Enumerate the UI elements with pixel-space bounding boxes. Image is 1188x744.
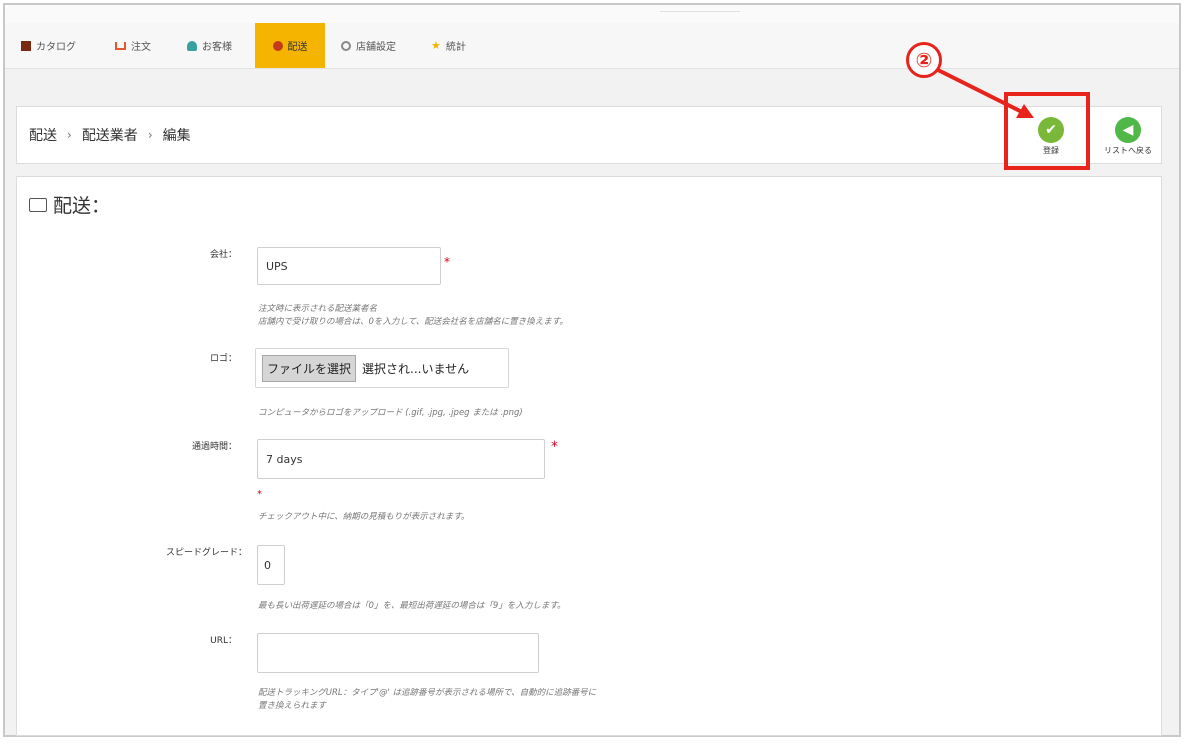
url-input[interactable] [257,633,539,673]
company-help-line: 店舗内で受け取りの場合は、0を入力して、配送会社名を店舗名に置き換えます。 [258,317,568,327]
nav-item-label: 配送 [287,42,308,53]
nav-item-label: 統計 [445,42,466,53]
required-marker: * [444,255,450,269]
back-to-list-button[interactable]: ◀ リストへ戻る [1098,115,1158,159]
book-icon [21,40,31,51]
nav-item-shipping[interactable]: 配送 [255,23,325,68]
user-icon [187,40,197,51]
top-strip [5,5,1179,24]
logo-help: コンピュータからロゴをアップロード (.gif, .jpg, .jpeg または… [258,408,523,418]
nav-item-label: お客様 [202,42,232,53]
star-icon: ★ [431,39,441,52]
breadcrumb-item-current: 編集 [162,128,191,144]
panel-title-text: 配送： [53,195,111,217]
logo-file-input[interactable]: ファイルを選択 選択され...いません [255,348,509,388]
annotation-step-number: ② [906,42,942,78]
nav-item-orders[interactable]: 注文 [109,23,157,68]
company-label: 会社： [209,250,237,260]
file-status: 選択され...いません [362,361,470,376]
panel-title: 配送： [29,191,110,218]
back-label: リストへ戻る [1104,146,1152,155]
toolbar-panel: 配送 › 配送業者 › 編集 ✔ 登録 ◀ リストへ戻る [16,106,1162,164]
url-help-line: 配送トラッキングURL：タイプ'@' は追跡番号が表示される場所で、自動的に追跡… [258,688,597,698]
speed-grade-input[interactable]: 0 [257,545,285,585]
back-arrow-icon: ◀ [1115,117,1141,143]
url-help: 配送トラッキングURL：タイプ'@' は追跡番号が表示される場所で、自動的に追跡… [258,687,596,713]
url-help-line: 置き換えられます [258,701,327,711]
nav-item-catalog[interactable]: カタログ [15,23,82,68]
breadcrumb-separator: › [147,128,153,142]
gear-icon [341,40,351,51]
required-marker: * [257,489,262,500]
company-input[interactable]: UPS [257,247,441,285]
choose-file-button[interactable]: ファイルを選択 [262,354,357,382]
logo-label: ロゴ： [209,354,237,364]
main-nav: カタログ 注文 お客様 配送 店舗設定 ★ 統計 [5,23,1179,69]
nav-item-label: カタログ [36,42,76,53]
url-label: URL： [210,636,237,646]
top-seam [660,5,740,12]
company-help: 注文時に表示される配送業者名 店舗内で受け取りの場合は、0を入力して、配送会社名… [258,303,568,329]
transit-time-help: チェックアウト中に、納期の見積もりが表示されます。 [258,512,470,522]
annotation-highlight-box [1004,92,1090,170]
truck-icon [29,197,47,212]
nav-item-label: 注文 [131,42,151,53]
transit-time-label: 通過時間： [191,442,237,452]
breadcrumb-separator: › [67,128,72,142]
company-help-line: 注文時に表示される配送業者名 [258,304,378,314]
speed-grade-help: 最も長い出荷遅延の場合は「0」を、最短出荷遅延の場合は「9」を入力します。 [258,601,566,611]
nav-item-store-settings[interactable]: 店舗設定 [335,23,402,68]
cart-icon [115,41,126,50]
shipping-form-panel: 配送： 会社： UPS * 注文時に表示される配送業者名 店舗内で受け取りの場合… [16,176,1162,736]
nav-item-customers[interactable]: お客様 [181,23,238,68]
breadcrumb-item[interactable]: 配送 [29,125,57,145]
truck-icon [272,40,283,51]
required-marker: * [551,439,558,455]
nav-item-stats[interactable]: ★ 統計 [425,23,472,68]
nav-item-label: 店舗設定 [356,42,396,53]
speed-grade-label: スピードグレード： [165,548,247,558]
transit-time-input[interactable]: 7 days [257,439,545,479]
breadcrumb-item[interactable]: 配送業者 [82,125,138,145]
breadcrumb: 配送 › 配送業者 › 編集 [29,125,191,145]
